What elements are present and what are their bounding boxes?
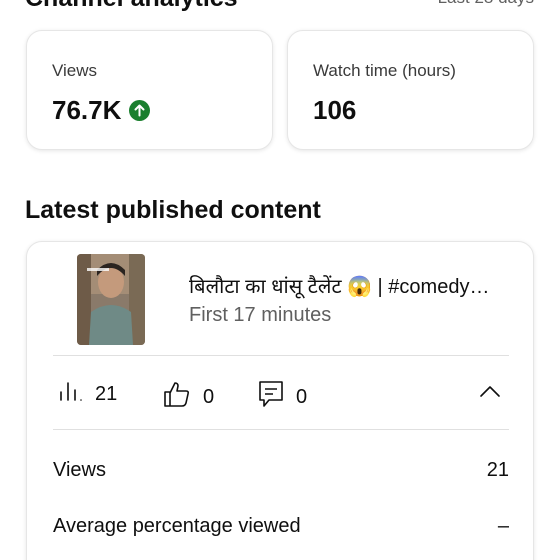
comment-icon	[258, 380, 284, 414]
watch-time-label: Watch time (hours)	[313, 61, 456, 80]
views-value-wrap: 76.7K	[52, 95, 151, 126]
comments-count: 0	[296, 385, 308, 408]
row-value: –	[497, 515, 509, 537]
period-label[interactable]: Last 28 days	[438, 0, 534, 8]
video-meta: First 17 minutes	[189, 304, 332, 326]
row-label: Average percentage viewed	[53, 515, 301, 537]
divider	[53, 355, 509, 356]
views-value: 76.7K	[52, 95, 122, 125]
row-value: 21	[486, 459, 509, 481]
views-label: Views	[52, 61, 98, 80]
likes-count: 0	[203, 385, 215, 408]
arrow-up-circle-icon	[129, 100, 151, 121]
latest-content-title: Latest published content	[25, 196, 321, 224]
thumbs-up-icon	[163, 380, 191, 414]
divider	[53, 429, 509, 430]
watch-time-value: 106	[313, 95, 357, 125]
views-row: Views 21	[53, 459, 509, 482]
comments-metric: 0	[258, 380, 307, 414]
page-title: Channel analytics	[25, 0, 238, 13]
chevron-up-icon[interactable]	[479, 384, 501, 403]
video-thumbnail[interactable]	[77, 254, 145, 345]
latest-content-card: बिलौटा का धांसू टैलेंट 😱 | #comedy… Firs…	[26, 241, 534, 560]
bar-chart-icon	[59, 380, 83, 408]
views-card[interactable]: Views 76.7K	[26, 30, 273, 150]
likes-metric: 0	[163, 380, 214, 414]
row-label: Views	[53, 459, 106, 481]
video-title[interactable]: बिलौटा का धांसू टैलेंट 😱 | #comedy…	[189, 272, 509, 299]
watch-time-card[interactable]: Watch time (hours) 106	[287, 30, 534, 150]
avg-percentage-row: Average percentage viewed –	[53, 515, 509, 538]
views-metric: 21	[59, 380, 117, 408]
views-count: 21	[95, 382, 118, 405]
